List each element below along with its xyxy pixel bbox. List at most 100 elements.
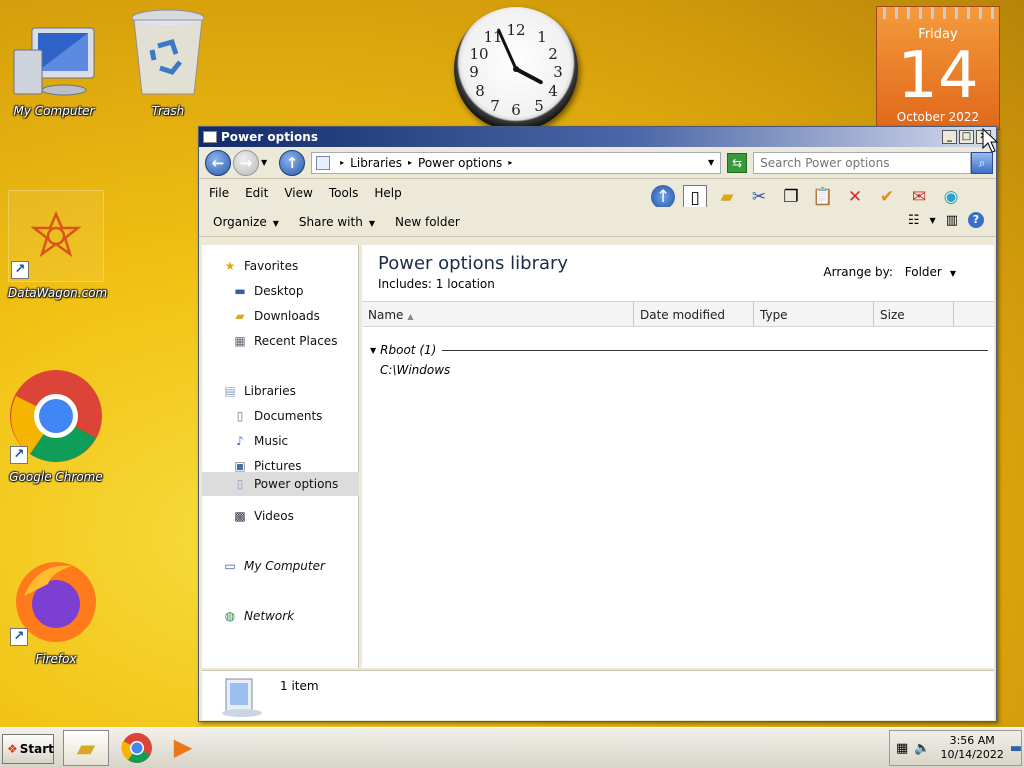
nav-power-options[interactable]: ▯ Power options	[202, 472, 359, 496]
breadcrumb-arrow-icon[interactable]: ▸	[508, 158, 512, 167]
tray-clock[interactable]: 3:56 AM 10/14/2022	[940, 734, 1003, 762]
nav-documents[interactable]: ▯ Documents	[232, 409, 323, 423]
navigation-pane: ★ Favorites ▬ Desktop ▰ Downloads ▦ Recent P…	[202, 245, 359, 668]
minimize-button[interactable]: _	[942, 130, 957, 144]
folder-options-icon[interactable]: ▰	[715, 185, 739, 209]
address-dropdown-icon[interactable]: ▼	[708, 158, 714, 167]
window-titlebar[interactable]: Power options _ □ ✕	[199, 127, 996, 147]
library-icon	[316, 155, 331, 170]
up-arrow-icon[interactable]: ↑	[651, 185, 675, 209]
cut-icon[interactable]: ✂	[747, 185, 771, 209]
breadcrumb-arrow-icon[interactable]: ▸	[408, 158, 412, 167]
group-divider	[442, 349, 988, 351]
clock-numeral: 3	[553, 63, 563, 81]
copy-icon[interactable]: ❐	[779, 185, 803, 209]
network-tray-icon[interactable]: ▦	[896, 741, 908, 756]
menu-file[interactable]: File	[209, 186, 229, 200]
group-header[interactable]: ▼ Rboot (1)	[370, 343, 988, 357]
clock-gadget: 12 1 2 3 4 5 6 7 8 9 10 11	[454, 7, 578, 131]
calendar-month: October 2022	[896, 110, 980, 124]
toolbar: ↑ ▯ ▰ ✂ ❐ 📋 ✕ ✔ ✉ ◉	[651, 185, 963, 209]
breadcrumb-arrow-icon[interactable]: ▸	[340, 158, 344, 167]
menu-view[interactable]: View	[284, 186, 312, 200]
desktop-icon-datawagon[interactable]: ↗ DataWagon.com	[8, 190, 108, 300]
clock-hour-hand	[515, 67, 544, 85]
paste-icon[interactable]: 📋	[811, 185, 835, 209]
forward-button[interactable]: →	[233, 149, 259, 176]
nav-label: Recent Places	[254, 334, 338, 348]
clock-numeral: 5	[534, 97, 544, 115]
up-button[interactable]: ↑	[279, 149, 306, 176]
menu-edit[interactable]: Edit	[245, 186, 268, 200]
nav-pictures[interactable]: ▣ Pictures	[232, 459, 301, 473]
nav-label: Documents	[254, 409, 323, 423]
shell-icon[interactable]: ◉	[939, 185, 963, 209]
nav-label: Music	[254, 434, 289, 448]
column-header-type[interactable]: Type	[754, 302, 874, 326]
recent-pages-dropdown-icon[interactable]: ▼	[261, 158, 267, 167]
chevron-down-icon: ▼	[272, 218, 279, 228]
nav-label: Videos	[254, 509, 294, 523]
column-header-filler	[954, 302, 994, 326]
desktop-icon-label: My Computer	[13, 104, 95, 118]
help-icon[interactable]: ?	[968, 212, 984, 228]
refresh-icon[interactable]: ⇆	[727, 152, 748, 173]
menu-help[interactable]: Help	[374, 186, 401, 200]
new-folder-button[interactable]: New folder	[395, 215, 460, 229]
volume-icon[interactable]: 🔈	[914, 741, 930, 756]
properties-icon[interactable]: ✉	[907, 185, 931, 209]
view-controls: ☷ ▼ ▥ ?	[908, 212, 984, 228]
preview-pane-icon[interactable]: ▯	[683, 185, 707, 209]
column-header-date-modified[interactable]: Date modified	[634, 302, 754, 326]
media-player-icon: ▶	[173, 733, 193, 761]
column-header-name[interactable]: Name ▲	[362, 302, 634, 326]
back-button[interactable]: ←	[205, 149, 231, 176]
breadcrumb-power-options[interactable]: Power options	[418, 156, 502, 170]
nav-network[interactable]: ◍ Network	[222, 609, 294, 623]
nav-favorites[interactable]: ★ Favorites	[222, 259, 299, 273]
clock-numeral: 8	[475, 82, 485, 100]
windows-flag-icon: ❖	[7, 742, 18, 756]
nav-libraries[interactable]: ▤ Libraries	[222, 384, 296, 398]
desktop-icon-my-computer[interactable]: My Computer	[6, 10, 102, 118]
arrange-by-dropdown[interactable]: Folder ▼	[905, 265, 956, 279]
chevron-down-icon[interactable]: ▼	[930, 216, 936, 225]
desktop-icon-label: DataWagon.com	[8, 286, 108, 300]
nav-downloads[interactable]: ▰ Downloads	[232, 309, 320, 323]
library-large-icon	[218, 677, 264, 717]
maximize-button[interactable]: □	[959, 130, 974, 144]
view-options-icon[interactable]: ☷	[908, 213, 920, 228]
search-icon[interactable]: ⌕	[971, 151, 994, 174]
taskbar-explorer[interactable]: ▰	[63, 730, 109, 766]
library-includes[interactable]: Includes: 1 location	[378, 277, 495, 291]
datawagon-icon: ↗	[8, 190, 104, 282]
share-with-button[interactable]: Share with ▼	[299, 215, 375, 229]
list-item[interactable]: C:\Windows	[380, 363, 450, 377]
music-icon: ♪	[236, 434, 244, 448]
taskbar-media-player[interactable]: ▶	[160, 730, 206, 766]
nav-my-computer[interactable]: ▭ My Computer	[222, 559, 325, 573]
search-input[interactable]	[753, 151, 972, 174]
nav-recent-places[interactable]: ▦ Recent Places	[232, 334, 337, 348]
taskbar-chrome[interactable]	[114, 730, 160, 766]
nav-music[interactable]: ♪ Music	[232, 434, 288, 448]
libraries-icon: ▤	[224, 384, 236, 398]
breadcrumb[interactable]: ▸ Libraries ▸ Power options ▸ ▼	[311, 151, 722, 174]
nav-videos[interactable]: ▩ Videos	[232, 509, 294, 523]
start-button[interactable]: ❖ Start	[2, 734, 54, 764]
organize-button[interactable]: Organize ▼	[213, 215, 279, 229]
network-icon: ◍	[224, 609, 236, 623]
show-desktop-icon[interactable]: ▬	[1010, 741, 1022, 756]
preview-pane-toggle-icon[interactable]: ▥	[946, 213, 958, 228]
delete-icon[interactable]: ✕	[843, 185, 867, 209]
nav-desktop[interactable]: ▬ Desktop	[232, 284, 303, 298]
desktop-icon-firefox[interactable]: ↗ Firefox	[8, 556, 104, 666]
desktop-icon-trash[interactable]: Trash	[120, 6, 216, 118]
desktop-icon-google-chrome[interactable]: ↗ Google Chrome	[8, 368, 104, 484]
breadcrumb-libraries[interactable]: Libraries	[350, 156, 402, 170]
column-label: Name	[368, 308, 404, 322]
column-header-size[interactable]: Size	[874, 302, 954, 326]
collapse-icon[interactable]: ▼	[370, 346, 376, 355]
checkmark-icon[interactable]: ✔	[875, 185, 899, 209]
menu-tools[interactable]: Tools	[329, 186, 359, 200]
